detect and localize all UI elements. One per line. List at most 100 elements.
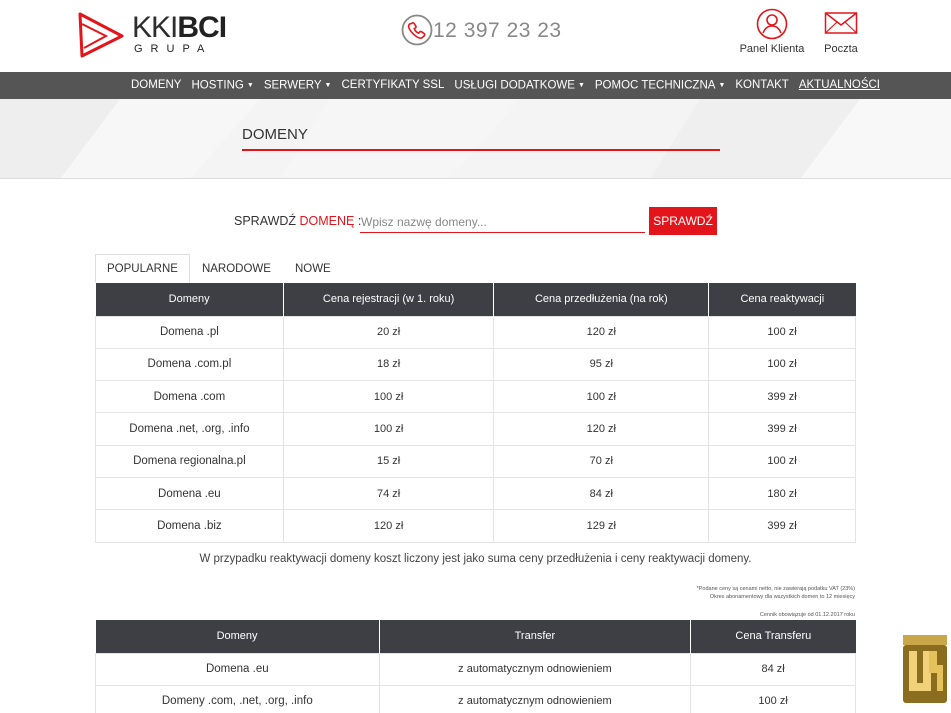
poczta-label: Poczta xyxy=(824,43,858,55)
tab-popularne[interactable]: POPULARNE xyxy=(95,254,190,283)
price-cell: 399 zł xyxy=(708,509,856,543)
tab-nowe[interactable]: NOWE xyxy=(283,254,343,283)
price-cell: 180 zł xyxy=(708,476,856,511)
table-row: Domena .com.pl 18 zł 95 zł 100 zł xyxy=(95,347,856,382)
domain-name-cell: Domena .eu xyxy=(95,476,284,511)
fine-print: *Podane ceny są cenami netto, nie zawier… xyxy=(696,586,855,600)
nav-items: DOMENY HOSTING ▼ SERWERY ▼ CERTYFIKATY SSL USŁ… xyxy=(126,72,885,99)
domain-search-input[interactable] xyxy=(360,211,645,233)
table-row: Domena .eu 74 zł 84 zł 180 zł xyxy=(95,476,856,511)
column-header: Transfer xyxy=(378,620,691,653)
whtop-watermark xyxy=(899,633,951,713)
price-cell: z automatycznym odnowieniem xyxy=(378,652,692,686)
title-band: DOMENY xyxy=(0,99,951,179)
nav-item-label: KONTAKT xyxy=(735,79,789,91)
page-title: DOMENY xyxy=(242,126,308,143)
price-list-date: Cennik obowiązuje od 01.12.2017 roku xyxy=(759,612,855,618)
table-row: Domena .eu z automatycznym odnowieniem 84 … xyxy=(95,652,856,686)
nav-item-label: USŁUGI DODATKOWE xyxy=(454,79,575,92)
tab-narodowe[interactable]: NARODOWE xyxy=(190,254,283,283)
logo-subtitle: GRUPA xyxy=(134,43,213,55)
price-cell: 100 zł xyxy=(708,444,856,478)
nav-item-serwery[interactable]: SERWERY ▼ xyxy=(259,72,337,99)
nav-item-kontakt[interactable]: KONTAKT xyxy=(730,72,793,99)
price-cell: 84 zł xyxy=(690,652,856,686)
domain-name-cell: Domena .pl xyxy=(95,315,284,349)
price-cell: z automatycznym odnowieniem xyxy=(378,684,692,713)
whtop-logo-icon xyxy=(903,635,947,703)
polygon-background xyxy=(0,99,951,178)
table-row: Domena regionalna.pl 15 zł 70 zł 100 zł xyxy=(95,444,856,478)
logo-play-icon xyxy=(78,12,124,58)
table-row: Domena .net, .org, .info 100 zł 120 zł 399 … xyxy=(95,412,856,446)
price-cell: 120 zł xyxy=(493,315,710,349)
price-cell: 399 zł xyxy=(708,412,856,446)
price-cell: 100 zł xyxy=(708,315,856,349)
nav-item-label: SERWERY xyxy=(263,79,322,92)
table-row: Domena .pl 20 zł 120 zł 100 zł xyxy=(95,315,856,349)
phone-icon xyxy=(401,14,433,46)
sprawdz-button[interactable]: SPRAWDŹ xyxy=(649,207,717,235)
domain-name-cell: Domena regionalna.pl xyxy=(95,444,284,478)
domain-name-cell: Domena .com xyxy=(95,380,284,414)
price-cell: 70 zł xyxy=(493,444,710,478)
column-header: Domeny xyxy=(95,620,380,653)
reactivation-note: W przypadku reaktywacji domeny koszt lic… xyxy=(199,553,752,565)
domain-name-cell: Domena .biz xyxy=(95,509,284,543)
caret-down-icon: ▼ xyxy=(577,82,585,89)
panel-klienta-label: Panel Klienta xyxy=(739,43,805,55)
column-header: Cena reaktywacji xyxy=(708,283,856,316)
nav-item-pomoc-techniczna[interactable]: POMOC TECHNICZNA ▼ xyxy=(590,72,730,99)
nav-item-certyfikaty-ssl[interactable]: CERTYFIKATY SSL xyxy=(336,72,449,99)
nav-item-usługi-dodatkowe[interactable]: USŁUGI DODATKOWE ▼ xyxy=(449,72,590,99)
nav-item-label: DOMENY xyxy=(131,79,182,91)
panel-klienta-link[interactable]: Panel Klienta xyxy=(732,8,812,55)
price-cell: 15 zł xyxy=(282,444,495,478)
domain-name-cell: Domena .com.pl xyxy=(95,347,284,382)
search-label: SPRAWDŹ DOMENĘ : xyxy=(234,214,362,228)
transfer-price-table: Domeny Transfer Cena Transferu Domena .eu z… xyxy=(95,620,856,713)
column-header: Cena rejestracji (w 1. roku) xyxy=(282,283,494,316)
logo[interactable]: KKIBCI GRUPA xyxy=(72,10,242,60)
price-cell: 100 zł xyxy=(708,347,856,382)
domain-name-cell: Domeny .com, .net, .org, .info xyxy=(95,684,380,713)
price-cell: 100 zł xyxy=(690,684,856,713)
price-cell: 120 zł xyxy=(282,509,495,543)
price-cell: 399 zł xyxy=(708,380,856,414)
column-header: Cena przedłużenia (na rok) xyxy=(493,283,709,316)
price-cell: 74 zł xyxy=(282,476,495,511)
table-row: Domena .biz 120 zł 129 zł 399 zł xyxy=(95,509,856,543)
caret-down-icon: ▼ xyxy=(324,82,332,89)
price-cell: 84 zł xyxy=(493,476,710,511)
title-underline xyxy=(242,149,720,151)
price-cell: 100 zł xyxy=(493,380,710,414)
poczta-link[interactable]: Poczta xyxy=(801,8,881,55)
nav-item-label: AKTUALNOŚCI xyxy=(798,79,881,91)
logo-wordmark: KKIBCI xyxy=(132,11,227,44)
price-cell: 20 zł xyxy=(282,315,495,349)
column-header: Domeny xyxy=(95,283,284,316)
price-cell: 18 zł xyxy=(282,347,495,382)
envelope-icon xyxy=(824,12,858,34)
column-header: Cena Transferu xyxy=(690,620,856,653)
table-row: Domeny .com, .net, .org, .info z automaty… xyxy=(95,684,856,713)
phone-number: 12 397 23 23 xyxy=(433,19,562,42)
domain-price-table: Domeny Cena rejestracji (w 1. roku) Cena p… xyxy=(95,283,856,543)
nav-item-aktualności[interactable]: AKTUALNOŚCI xyxy=(794,72,885,99)
nav-item-domeny[interactable]: DOMENY xyxy=(126,72,186,99)
price-cell: 95 zł xyxy=(493,347,710,382)
domain-tabs: POPULARNE NARODOWE NOWE xyxy=(95,254,343,283)
site-header: KKIBCI GRUPA 12 397 23 23 Panel Klienta … xyxy=(0,0,951,72)
user-icon xyxy=(756,8,788,40)
caret-down-icon: ▼ xyxy=(246,82,254,89)
main-nav: DOMENY HOSTING ▼ SERWERY ▼ CERTYFIKATY SSL USŁ… xyxy=(0,72,951,99)
caret-down-icon: ▼ xyxy=(718,82,726,89)
nav-item-label: POMOC TECHNICZNA xyxy=(594,79,716,92)
nav-item-label: CERTYFIKATY SSL xyxy=(341,79,445,91)
price-cell: 100 zł xyxy=(282,412,495,446)
price-cell: 120 zł xyxy=(493,412,710,446)
table-row: Domena .com 100 zł 100 zł 399 zł xyxy=(95,380,856,414)
price-cell: 100 zł xyxy=(282,380,495,414)
nav-item-hosting[interactable]: HOSTING ▼ xyxy=(186,72,258,99)
nav-item-label: HOSTING xyxy=(191,79,244,92)
